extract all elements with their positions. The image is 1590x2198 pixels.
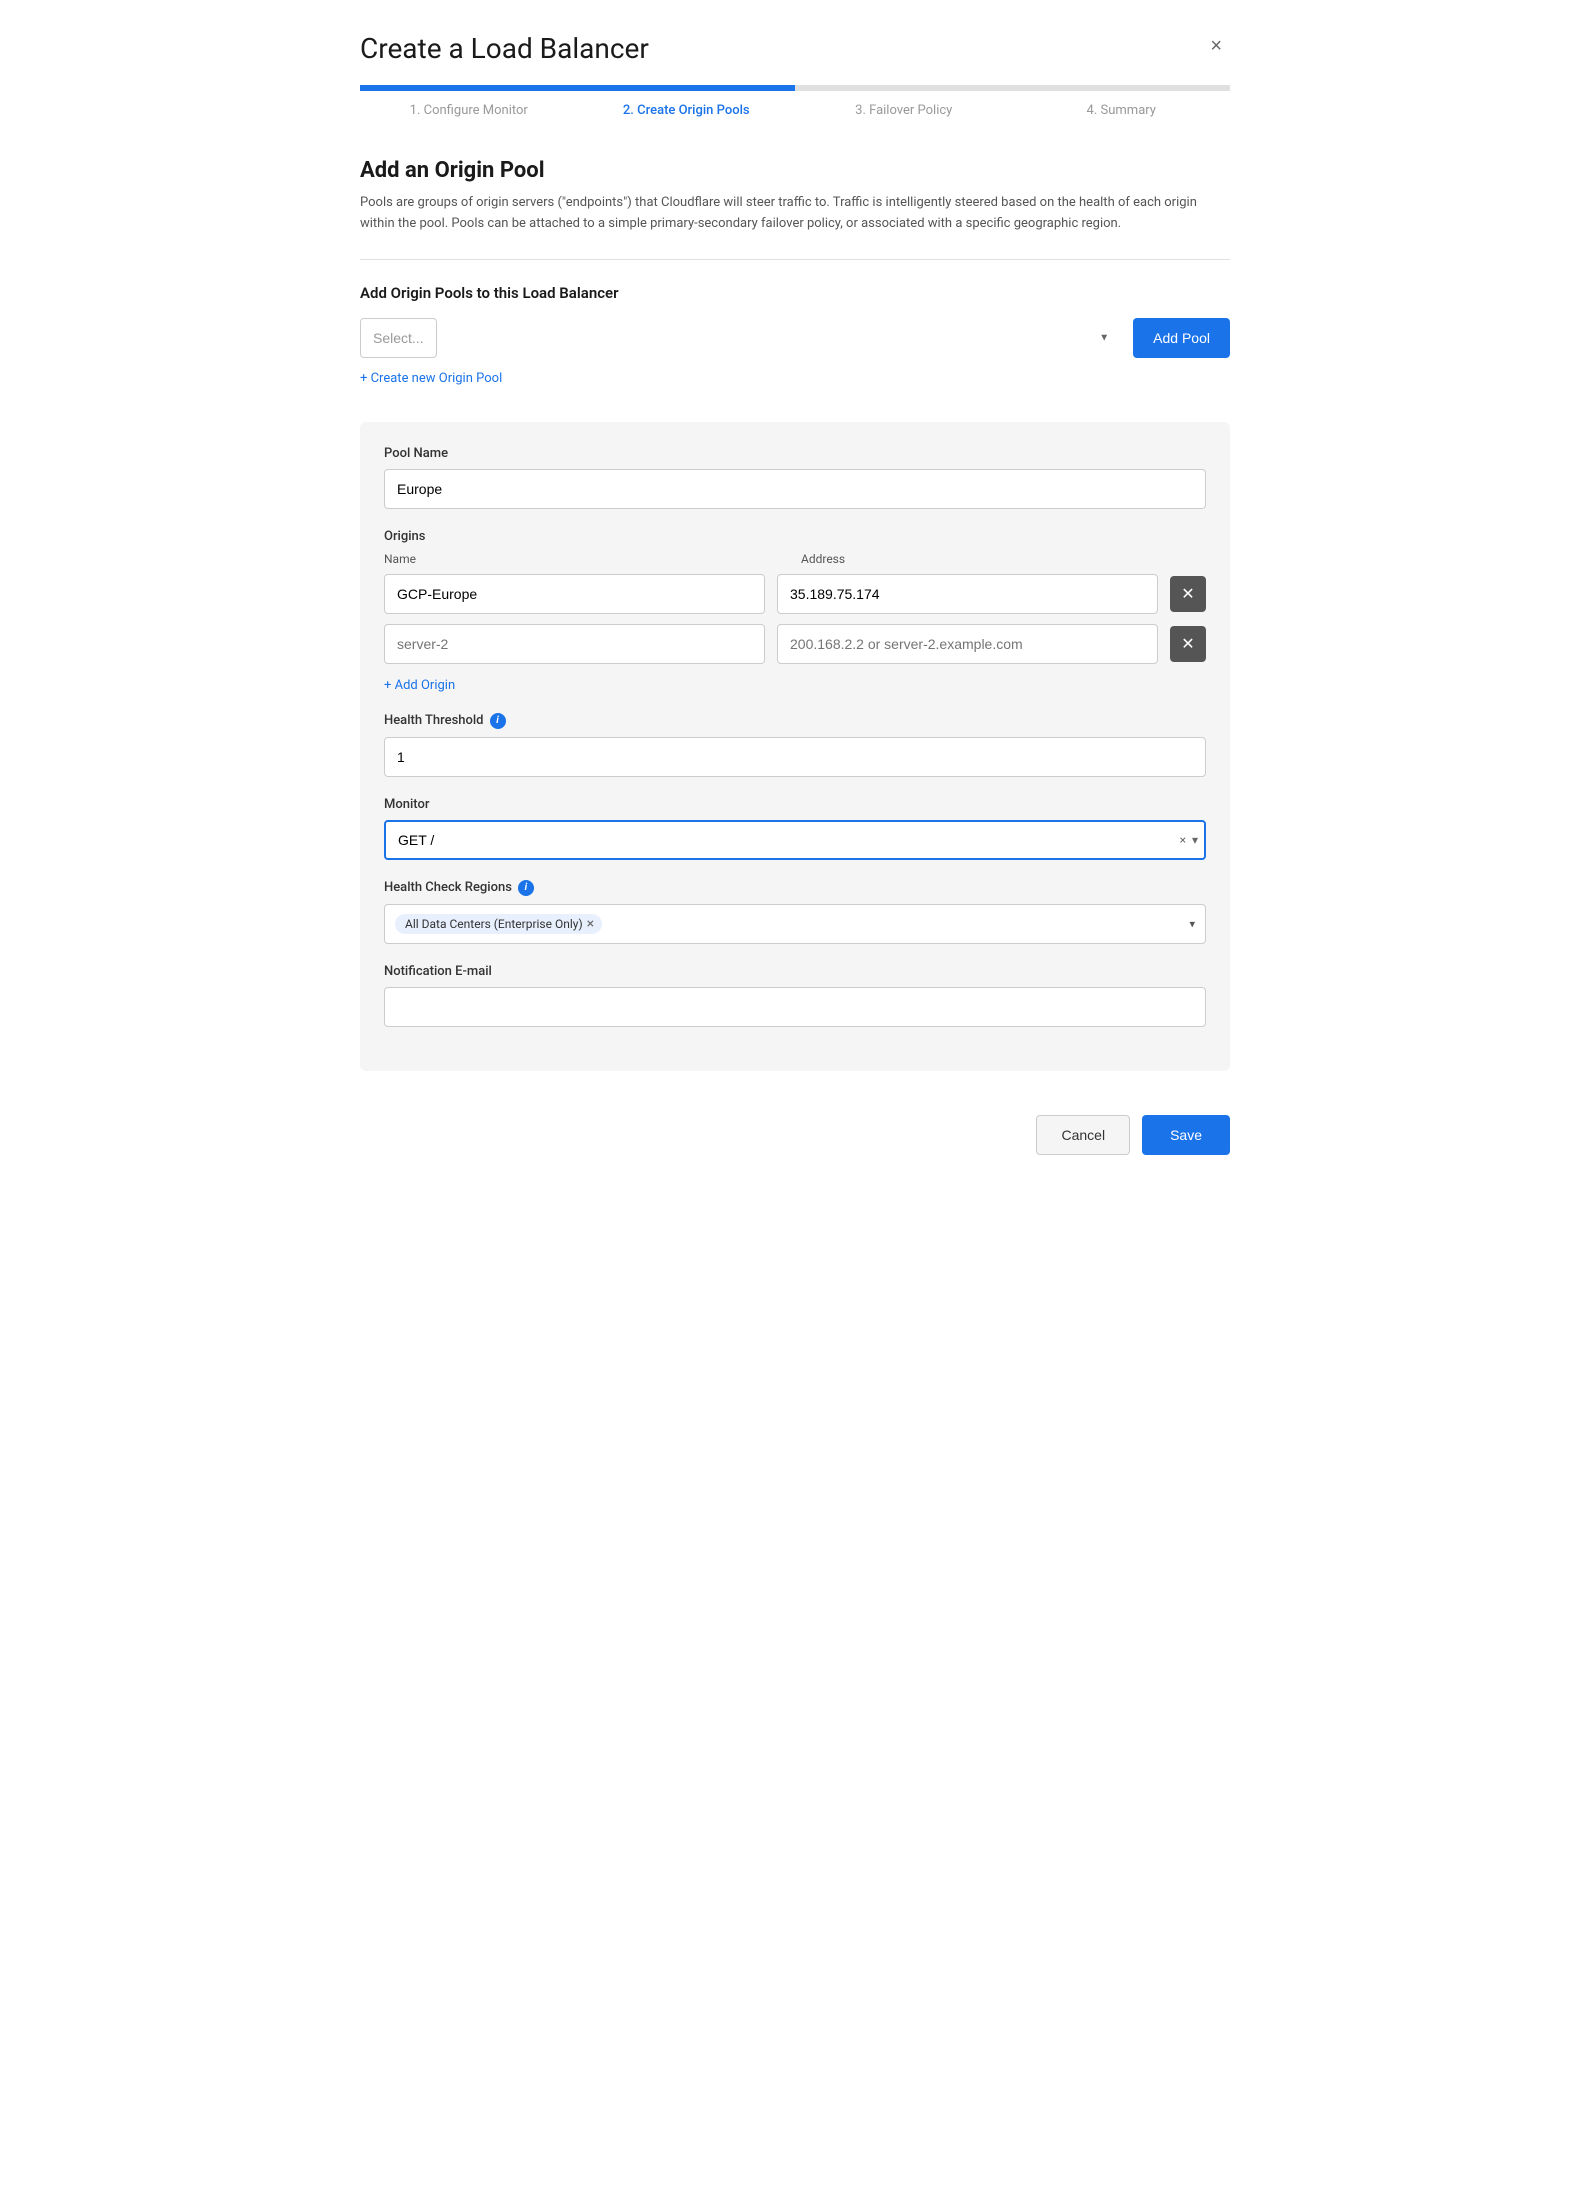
- health-threshold-group: Health Threshold i: [384, 713, 1206, 777]
- health-check-tag: All Data Centers (Enterprise Only) ×: [395, 914, 602, 934]
- save-button[interactable]: Save: [1142, 1115, 1230, 1155]
- health-threshold-info-icon[interactable]: i: [490, 713, 506, 729]
- section-divider: [360, 259, 1230, 260]
- monitor-select-input[interactable]: [384, 820, 1206, 860]
- origins-label: Origins: [384, 529, 1206, 544]
- add-origin-link[interactable]: + Add Origin: [384, 678, 455, 693]
- section-description: Pools are groups of origin servers ("end…: [360, 193, 1230, 235]
- health-check-regions-label: Health Check Regions i: [384, 880, 1206, 896]
- health-check-regions-wrapper[interactable]: All Data Centers (Enterprise Only) × ▾: [384, 904, 1206, 944]
- steps-navigation: 1. Configure Monitor 2. Create Origin Po…: [360, 91, 1230, 130]
- health-threshold-label: Health Threshold i: [384, 713, 1206, 729]
- origin-name-input-2[interactable]: [384, 624, 765, 664]
- monitor-clear-icon[interactable]: ×: [1180, 833, 1186, 847]
- pool-select-wrapper: Select...: [360, 318, 1121, 358]
- step-configure-monitor[interactable]: 1. Configure Monitor: [360, 91, 578, 130]
- origins-header: Name Address: [384, 552, 1206, 566]
- add-pools-subsection-title: Add Origin Pools to this Load Balancer: [360, 284, 1230, 302]
- address-col-label: Address: [801, 552, 1206, 566]
- add-pool-button[interactable]: Add Pool: [1133, 318, 1230, 358]
- close-button[interactable]: ×: [1202, 32, 1230, 60]
- origin-row-1: ✕: [384, 574, 1206, 614]
- notification-email-group: Notification E-mail: [384, 964, 1206, 1027]
- health-check-tag-remove[interactable]: ×: [587, 917, 594, 931]
- pool-name-label: Pool Name: [384, 446, 1206, 461]
- section-title: Add an Origin Pool: [360, 158, 1230, 183]
- origins-group: Origins Name Address ✕ ✕ + Add Origin: [384, 529, 1206, 693]
- modal-header: Create a Load Balancer ×: [360, 32, 1230, 65]
- origin-address-input-1[interactable]: [777, 574, 1158, 614]
- modal-footer: Cancel Save: [360, 1099, 1230, 1155]
- remove-origin-button-2[interactable]: ✕: [1170, 626, 1206, 662]
- origin-address-input-2[interactable]: [777, 624, 1158, 664]
- name-col-label: Name: [384, 552, 789, 566]
- monitor-dropdown-icon[interactable]: ▾: [1192, 833, 1198, 847]
- monitor-select-actions: × ▾: [1180, 833, 1198, 847]
- remove-origin-button-1[interactable]: ✕: [1170, 576, 1206, 612]
- pool-form: Pool Name Origins Name Address ✕ ✕ + Add…: [360, 422, 1230, 1071]
- health-threshold-input[interactable]: [384, 737, 1206, 777]
- step-create-origin-pools[interactable]: 2. Create Origin Pools: [578, 91, 796, 130]
- step-failover-policy[interactable]: 3. Failover Policy: [795, 91, 1013, 130]
- monitor-group: Monitor × ▾: [384, 797, 1206, 860]
- step-summary[interactable]: 4. Summary: [1013, 91, 1231, 130]
- modal-title: Create a Load Balancer: [360, 32, 649, 65]
- select-pool-row: Select... Add Pool: [360, 318, 1230, 358]
- pool-select[interactable]: Select...: [360, 318, 437, 358]
- notification-email-input[interactable]: [384, 987, 1206, 1027]
- monitor-label: Monitor: [384, 797, 1206, 812]
- pool-name-group: Pool Name: [384, 446, 1206, 509]
- health-check-dropdown-arrow: ▾: [1189, 917, 1195, 930]
- cancel-button[interactable]: Cancel: [1036, 1115, 1130, 1155]
- create-new-origin-pool-link[interactable]: + Create new Origin Pool: [360, 371, 502, 386]
- origin-name-input-1[interactable]: [384, 574, 765, 614]
- health-check-regions-info-icon[interactable]: i: [518, 880, 534, 896]
- pool-name-input[interactable]: [384, 469, 1206, 509]
- monitor-select-wrapper: × ▾: [384, 820, 1206, 860]
- health-check-regions-group: Health Check Regions i All Data Centers …: [384, 880, 1206, 944]
- create-load-balancer-modal: Create a Load Balancer × 1. Configure Mo…: [320, 0, 1270, 1195]
- origin-row-2: ✕: [384, 624, 1206, 664]
- notification-email-label: Notification E-mail: [384, 964, 1206, 979]
